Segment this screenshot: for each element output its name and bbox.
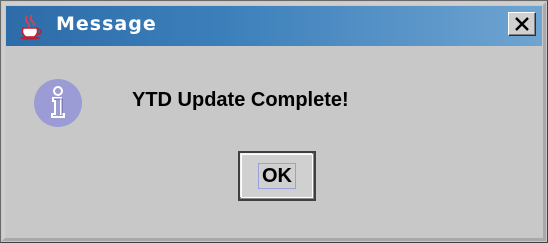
java-coffee-cup-icon [16,12,44,40]
title-bar[interactable]: Message [6,6,542,46]
message-dialog: Message YTD Update Complete! OK [0,0,548,243]
close-button[interactable] [508,12,536,36]
information-icon [33,78,83,128]
dialog-content: YTD Update Complete! OK [9,49,539,234]
dialog-message: YTD Update Complete! [132,89,349,111]
window-title: Message [56,13,157,35]
ok-button-label: OK [262,165,292,187]
ok-button[interactable]: OK [238,151,316,201]
